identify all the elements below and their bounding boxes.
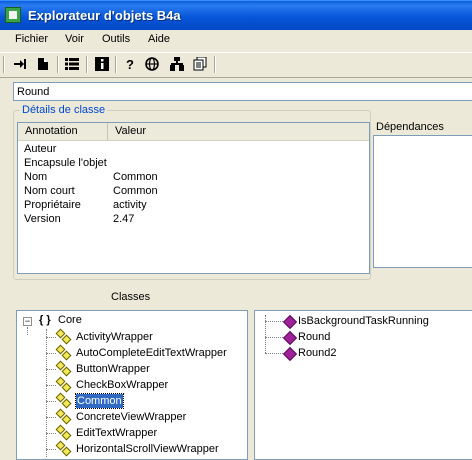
tree-item[interactable]: ActivityWrapper: [76, 329, 153, 345]
tree-item[interactable]: ConcreteViewWrapper: [76, 409, 186, 425]
method-icon: [282, 314, 298, 330]
detail-value: 2.47: [113, 213, 135, 225]
info-icon[interactable]: [94, 56, 110, 72]
import-icon[interactable]: [12, 56, 28, 72]
app-icon: [5, 7, 21, 23]
detail-value: Common: [113, 185, 158, 197]
detail-row[interactable]: Encapsule l'objet: [18, 156, 369, 170]
collapse-toggle[interactable]: −: [23, 317, 32, 326]
detail-row[interactable]: Auteur: [18, 142, 369, 156]
detail-value: Common: [113, 171, 158, 183]
namespace-icon: { }: [39, 314, 51, 326]
class-details-list[interactable]: Annotation Valeur Auteur Encapsule l'obj…: [17, 122, 370, 274]
menu-voir[interactable]: Voir: [65, 33, 84, 45]
detail-row[interactable]: Propriétaire activity: [18, 198, 369, 212]
class-icon: [55, 424, 72, 441]
method-icon: [282, 330, 298, 346]
class-icon: [55, 376, 72, 393]
list-header: Annotation Valeur: [18, 123, 369, 141]
toolbar-separator: [86, 56, 88, 73]
tree-item[interactable]: CheckBoxWrapper: [76, 377, 168, 393]
tree-item[interactable]: HorizontalScrollViewWrapper: [76, 441, 219, 457]
toolbar-separator: [57, 56, 59, 73]
detail-key: Version: [24, 213, 61, 225]
class-icon: [55, 344, 72, 361]
member-item[interactable]: IsBackgroundTaskRunning: [298, 313, 429, 329]
tree-item[interactable]: EditTextWrapper: [76, 425, 157, 441]
member-item[interactable]: Round2: [298, 345, 337, 361]
detail-value: activity: [113, 199, 147, 211]
toolbar: ?: [0, 52, 472, 78]
detail-key: Nom court: [24, 185, 75, 197]
class-icon: [55, 360, 72, 377]
classes-label: Classes: [111, 291, 151, 303]
toolbar-grip: [3, 56, 5, 73]
column-annotation[interactable]: Annotation: [18, 123, 108, 140]
menu-outils[interactable]: Outils: [102, 33, 130, 45]
column-value[interactable]: Valeur: [108, 123, 369, 140]
tree-item[interactable]: AutoCompleteEditTextWrapper: [76, 345, 227, 361]
detail-key: Propriétaire: [24, 199, 81, 211]
members-tree[interactable]: IsBackgroundTaskRunning Round Round2: [254, 310, 472, 460]
search-input[interactable]: [13, 82, 472, 101]
copy-icon[interactable]: [192, 56, 208, 72]
menu-bar: Fichier Voir Outils Aide: [0, 30, 472, 50]
detail-row[interactable]: Nom Common: [18, 170, 369, 184]
detail-key: Encapsule l'objet: [24, 157, 107, 169]
class-details-legend: Détails de classe: [20, 104, 108, 116]
class-icon: [55, 408, 72, 425]
dependencies-label: Dépendances: [376, 121, 444, 133]
method-icon: [282, 346, 298, 362]
tree-item[interactable]: ButtonWrapper: [76, 361, 150, 377]
dependencies-list[interactable]: [373, 135, 472, 268]
member-item[interactable]: Round: [298, 329, 330, 345]
detail-key: Nom: [24, 171, 48, 183]
globe-icon[interactable]: [144, 56, 160, 72]
class-icon: [55, 328, 72, 345]
classes-tree[interactable]: − { } Core ActivityWrapper AutoCompleteE…: [16, 310, 248, 460]
toolbar-separator: [115, 56, 117, 73]
network-icon[interactable]: [169, 56, 185, 72]
window-title: Explorateur d'objets B4a: [28, 8, 181, 23]
help-icon[interactable]: ?: [122, 56, 138, 72]
menu-fichier[interactable]: Fichier: [15, 33, 48, 45]
toolbar-separator: [214, 56, 216, 73]
class-icon: [55, 392, 72, 409]
tree-root-core[interactable]: Core: [58, 312, 82, 328]
title-bar: Explorateur d'objets B4a: [0, 0, 472, 30]
menu-aide[interactable]: Aide: [148, 33, 170, 45]
new-document-icon[interactable]: [35, 56, 51, 72]
list-icon[interactable]: [64, 56, 80, 72]
detail-row[interactable]: Version 2.47: [18, 212, 369, 226]
detail-key: Auteur: [24, 143, 57, 155]
detail-row[interactable]: Nom court Common: [18, 184, 369, 198]
tree-item-selected[interactable]: Common: [75, 393, 124, 409]
